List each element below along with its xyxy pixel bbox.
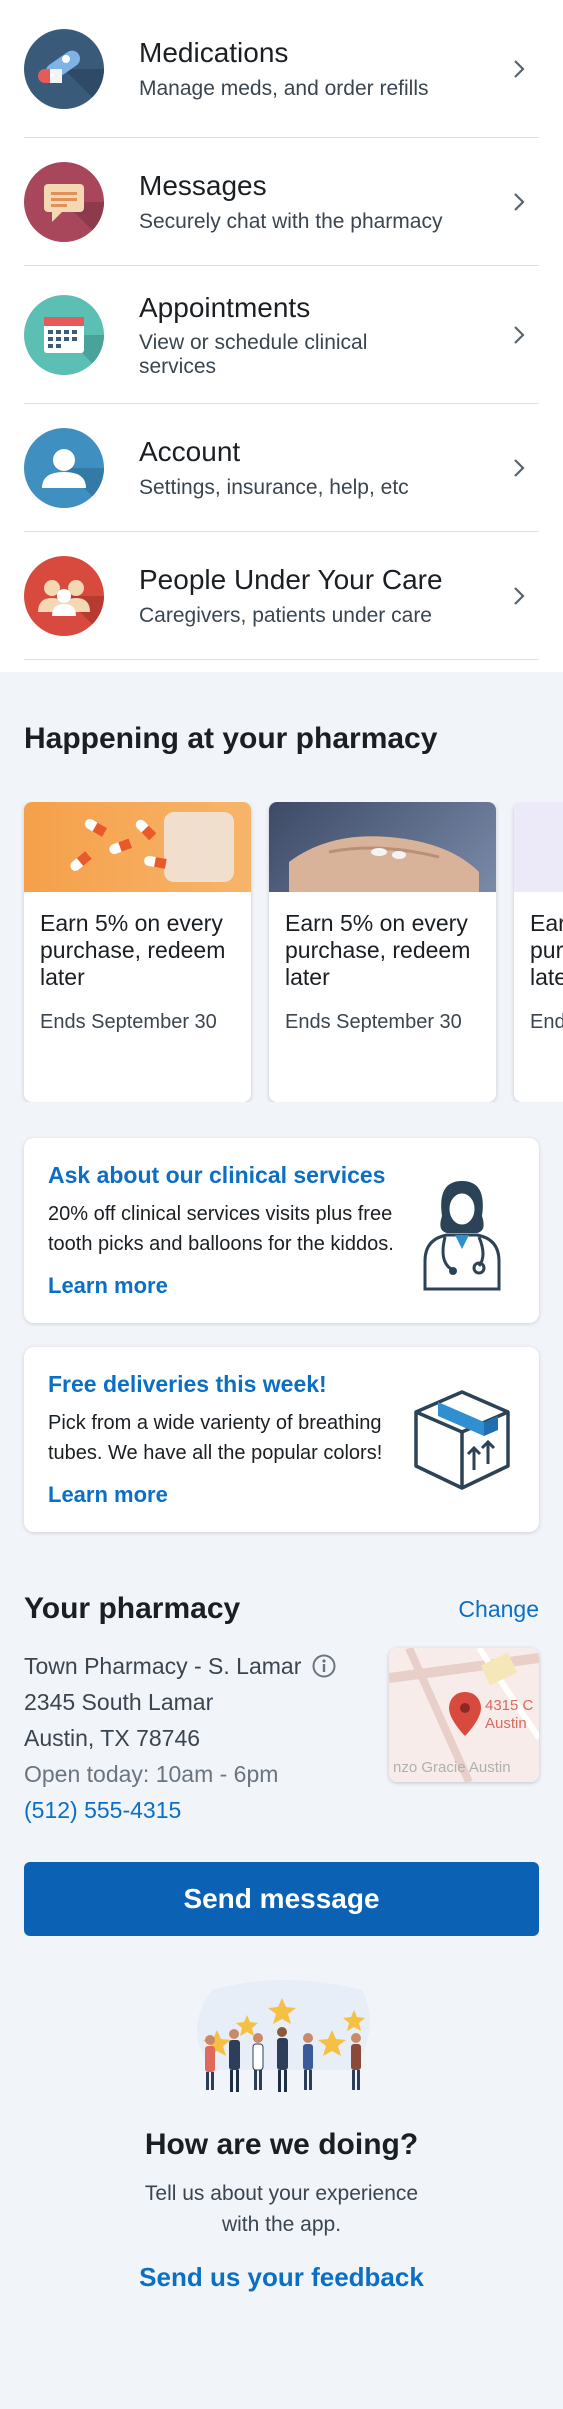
delivery-body: Pick from a wide varienty of breathing t…: [48, 1412, 383, 1464]
promo-title: Earn 5% on every purchase, redeem later: [530, 910, 563, 990]
pharmacy-hours: Open today: 10am - 6pm: [24, 1761, 279, 1787]
map-label: Austin: [485, 1715, 527, 1732]
promo-card[interactable]: Earn 5% on every purchase, redeem later …: [269, 802, 496, 1102]
feedback-body-line: Tell us about your experience: [144, 2182, 419, 2205]
feedback-body-line: with the app.: [221, 2213, 342, 2236]
promo-card[interactable]: Earn 5% on every purchase, redeem later …: [514, 802, 563, 1102]
doctor-icon: [407, 1162, 517, 1299]
menu-item-subtitle: Settings, insurance, help, etc: [139, 475, 409, 499]
pharmacy-address-line2: Austin, TX 78746: [24, 1725, 201, 1751]
info-icon[interactable]: [311, 1653, 337, 1679]
chevron-right-icon: [514, 192, 525, 211]
pharmacy-header: Your pharmacy Change: [0, 1592, 563, 1626]
menu-item-subtitle: Securely chat with the pharmacy: [139, 209, 443, 233]
menu-item-title: People Under Your Care: [139, 563, 443, 595]
promo-end-date: Ends September 30: [40, 1011, 217, 1033]
map-label: nzo Gracie Austin: [393, 1759, 511, 1776]
free-delivery-card[interactable]: Free deliveries this week! Pick from a w…: [24, 1347, 539, 1532]
promo-image: [514, 802, 563, 892]
map-label: 4315 C: [485, 1697, 534, 1714]
pharmacy-info: Town Pharmacy - S. Lamar 2345 South Lama…: [0, 1648, 563, 1828]
hand-pills-image: [269, 802, 496, 892]
chevron-right-icon: [514, 458, 525, 477]
send-feedback-link[interactable]: Send us your feedback: [139, 2262, 424, 2293]
menu-item-medications[interactable]: Medications Manage meds, and order refil…: [24, 0, 539, 138]
menu-item-appointments[interactable]: Appointments View or schedule clinical s…: [24, 266, 539, 404]
feedback-section: How are we doing? Tell us about your exp…: [0, 1970, 563, 2293]
menu-item-title: Medications: [139, 36, 289, 68]
promo-title: Earn 5% on every purchase, redeem later: [285, 910, 471, 990]
promo-carousel[interactable]: Earn 5% on every purchase, redeem later …: [0, 802, 563, 1102]
promo-end-date: Ends September 30: [530, 1011, 563, 1033]
calendar-icon: [24, 294, 104, 375]
menu-item-subtitle: Caregivers, patients under care: [139, 603, 432, 627]
menu-item-title: Messages: [139, 169, 267, 201]
lower-section: Happening at your pharmacy Earn 5% on ev…: [0, 672, 563, 2409]
menu-item-title: Account: [139, 435, 241, 467]
person-icon: [24, 427, 104, 508]
pharmacy-name: Town Pharmacy - S. Lamar: [24, 1653, 302, 1679]
clinical-learn-more-link[interactable]: Learn more: [48, 1273, 168, 1299]
menu-item-messages[interactable]: Messages Securely chat with the pharmacy: [24, 138, 539, 266]
delivery-title: Free deliveries this week!: [48, 1371, 327, 1397]
chat-bubble-icon: [24, 161, 104, 242]
pharmacy-address-line1: 2345 South Lamar: [24, 1689, 214, 1715]
chevron-right-icon: [514, 59, 525, 78]
clinical-services-card[interactable]: Ask about our clinical services 20% off …: [24, 1138, 539, 1323]
celebrating-people-illustration: [172, 1970, 392, 2100]
pills-image: [24, 802, 251, 892]
delivery-learn-more-link[interactable]: Learn more: [48, 1482, 168, 1508]
menu-list: Medications Manage meds, and order refil…: [0, 0, 563, 672]
package-box-icon: [407, 1371, 517, 1508]
people-icon: [24, 555, 104, 636]
clinical-body: 20% off clinical services visits plus fr…: [48, 1203, 394, 1255]
send-message-button[interactable]: Send message: [24, 1862, 539, 1936]
menu-item-account[interactable]: Account Settings, insurance, help, etc: [24, 404, 539, 532]
chevron-right-icon: [514, 586, 525, 605]
promo-card[interactable]: Earn 5% on every purchase, redeem later …: [24, 802, 251, 1102]
menu-item-subtitle: Manage meds, and order refills: [139, 76, 429, 100]
pharmacy-phone-link[interactable]: (512) 555-4315: [24, 1792, 389, 1828]
menu-item-people-under-care[interactable]: People Under Your Care Caregivers, patie…: [24, 532, 539, 660]
feedback-title: How are we doing?: [144, 2128, 419, 2161]
menu-item-subtitle: View or schedule clinical services: [139, 330, 368, 378]
pharmacy-map[interactable]: 4315 C Austin nzo Gracie Austin: [389, 1648, 539, 1782]
pills-icon: [24, 28, 104, 109]
promo-title: Earn 5% on every purchase, redeem later: [40, 910, 226, 990]
pharmacy-title: Your pharmacy: [24, 1592, 241, 1625]
menu-item-title: Appointments: [139, 291, 311, 323]
clinical-title: Ask about our clinical services: [48, 1162, 386, 1188]
happening-title: Happening at your pharmacy: [24, 722, 438, 755]
promo-end-date: Ends September 30: [285, 1011, 462, 1033]
change-pharmacy-link[interactable]: Change: [458, 1596, 539, 1623]
chevron-right-icon: [514, 325, 525, 344]
